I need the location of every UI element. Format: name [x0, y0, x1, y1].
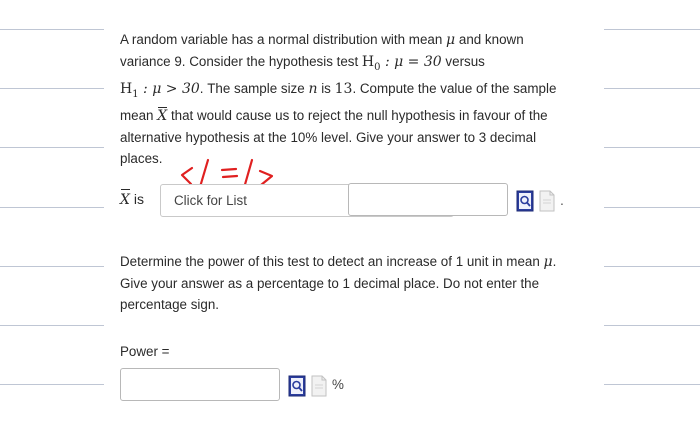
- question-text: percentage sign.: [120, 297, 220, 312]
- select-value: Click for List: [174, 193, 247, 208]
- math-sub: 0: [374, 61, 381, 73]
- page-rule: [604, 29, 700, 30]
- math-sub: 1: [132, 88, 139, 100]
- magnifier-document-icon[interactable]: [288, 375, 306, 397]
- question-text: versus: [445, 54, 485, 69]
- question-text: . Compute the value of the sample: [352, 80, 557, 96]
- page-rule: [604, 147, 700, 148]
- is-label: is: [133, 191, 144, 207]
- page-rule: [0, 384, 104, 385]
- question-text: variance 9. Consider the hypothesis test: [120, 54, 359, 69]
- math-alt-hypothesis: : μ > 30: [143, 80, 200, 97]
- math-null-hypothesis: : μ = 30: [384, 54, 442, 70]
- math-n: n: [308, 80, 318, 97]
- math-h1: H: [120, 80, 133, 97]
- page-rule: [0, 207, 104, 208]
- question-text: Give your answer as a percentage to 1 de…: [120, 276, 540, 291]
- page-rule: [604, 325, 700, 326]
- math-h0: H: [361, 54, 375, 70]
- page-rule: [0, 29, 104, 30]
- handwriting-slash: [198, 158, 210, 189]
- math-xbar: X: [157, 107, 168, 124]
- page-rule: [604, 207, 700, 208]
- question-1-text: A random variable has a normal distribut…: [120, 29, 596, 169]
- power-input[interactable]: [120, 368, 280, 401]
- question-text: that would cause us to reject the null h…: [170, 107, 548, 123]
- page-rule: [604, 384, 700, 385]
- handwriting-equals-top: [220, 167, 238, 172]
- page-rule: [0, 88, 104, 89]
- xbar-label: X is: [120, 191, 144, 208]
- question-text: is: [321, 80, 331, 96]
- blank-document-icon[interactable]: [538, 190, 556, 212]
- question-text: . The sample size: [199, 80, 305, 96]
- math-mu: μ: [543, 254, 553, 270]
- question-text: mean: [120, 107, 154, 123]
- handwriting-greater-than: [258, 169, 274, 187]
- page-rule: [0, 147, 104, 148]
- page-rule: [604, 88, 700, 89]
- math-mu: μ: [446, 32, 456, 48]
- blank-document-icon[interactable]: [310, 375, 328, 397]
- question-text: alternative hypothesis at the 10% level.…: [120, 129, 537, 145]
- xbar-value-input[interactable]: [348, 183, 508, 216]
- power-label: Power =: [120, 344, 170, 359]
- question-2-text: Determine the power of this test to dete…: [120, 251, 596, 315]
- magnifier-document-icon[interactable]: [516, 190, 534, 212]
- handwriting-less-than: [180, 166, 194, 186]
- page-rule: [604, 266, 700, 267]
- page-rule: [0, 266, 104, 267]
- math-xbar: X: [120, 192, 130, 208]
- question-text: A random variable has a normal distribut…: [120, 32, 443, 47]
- question-text: and known: [458, 32, 524, 47]
- xbar-answer-row: X is Click for List .: [120, 183, 580, 218]
- question-text: .: [552, 254, 557, 269]
- percent-unit: %: [332, 377, 344, 392]
- trailing-dot: .: [560, 192, 564, 208]
- question-text: Determine the power of this test to dete…: [120, 254, 540, 269]
- page-rule: [0, 325, 104, 326]
- handwriting-equals-bottom: [221, 174, 239, 179]
- math-13: 13: [334, 80, 353, 97]
